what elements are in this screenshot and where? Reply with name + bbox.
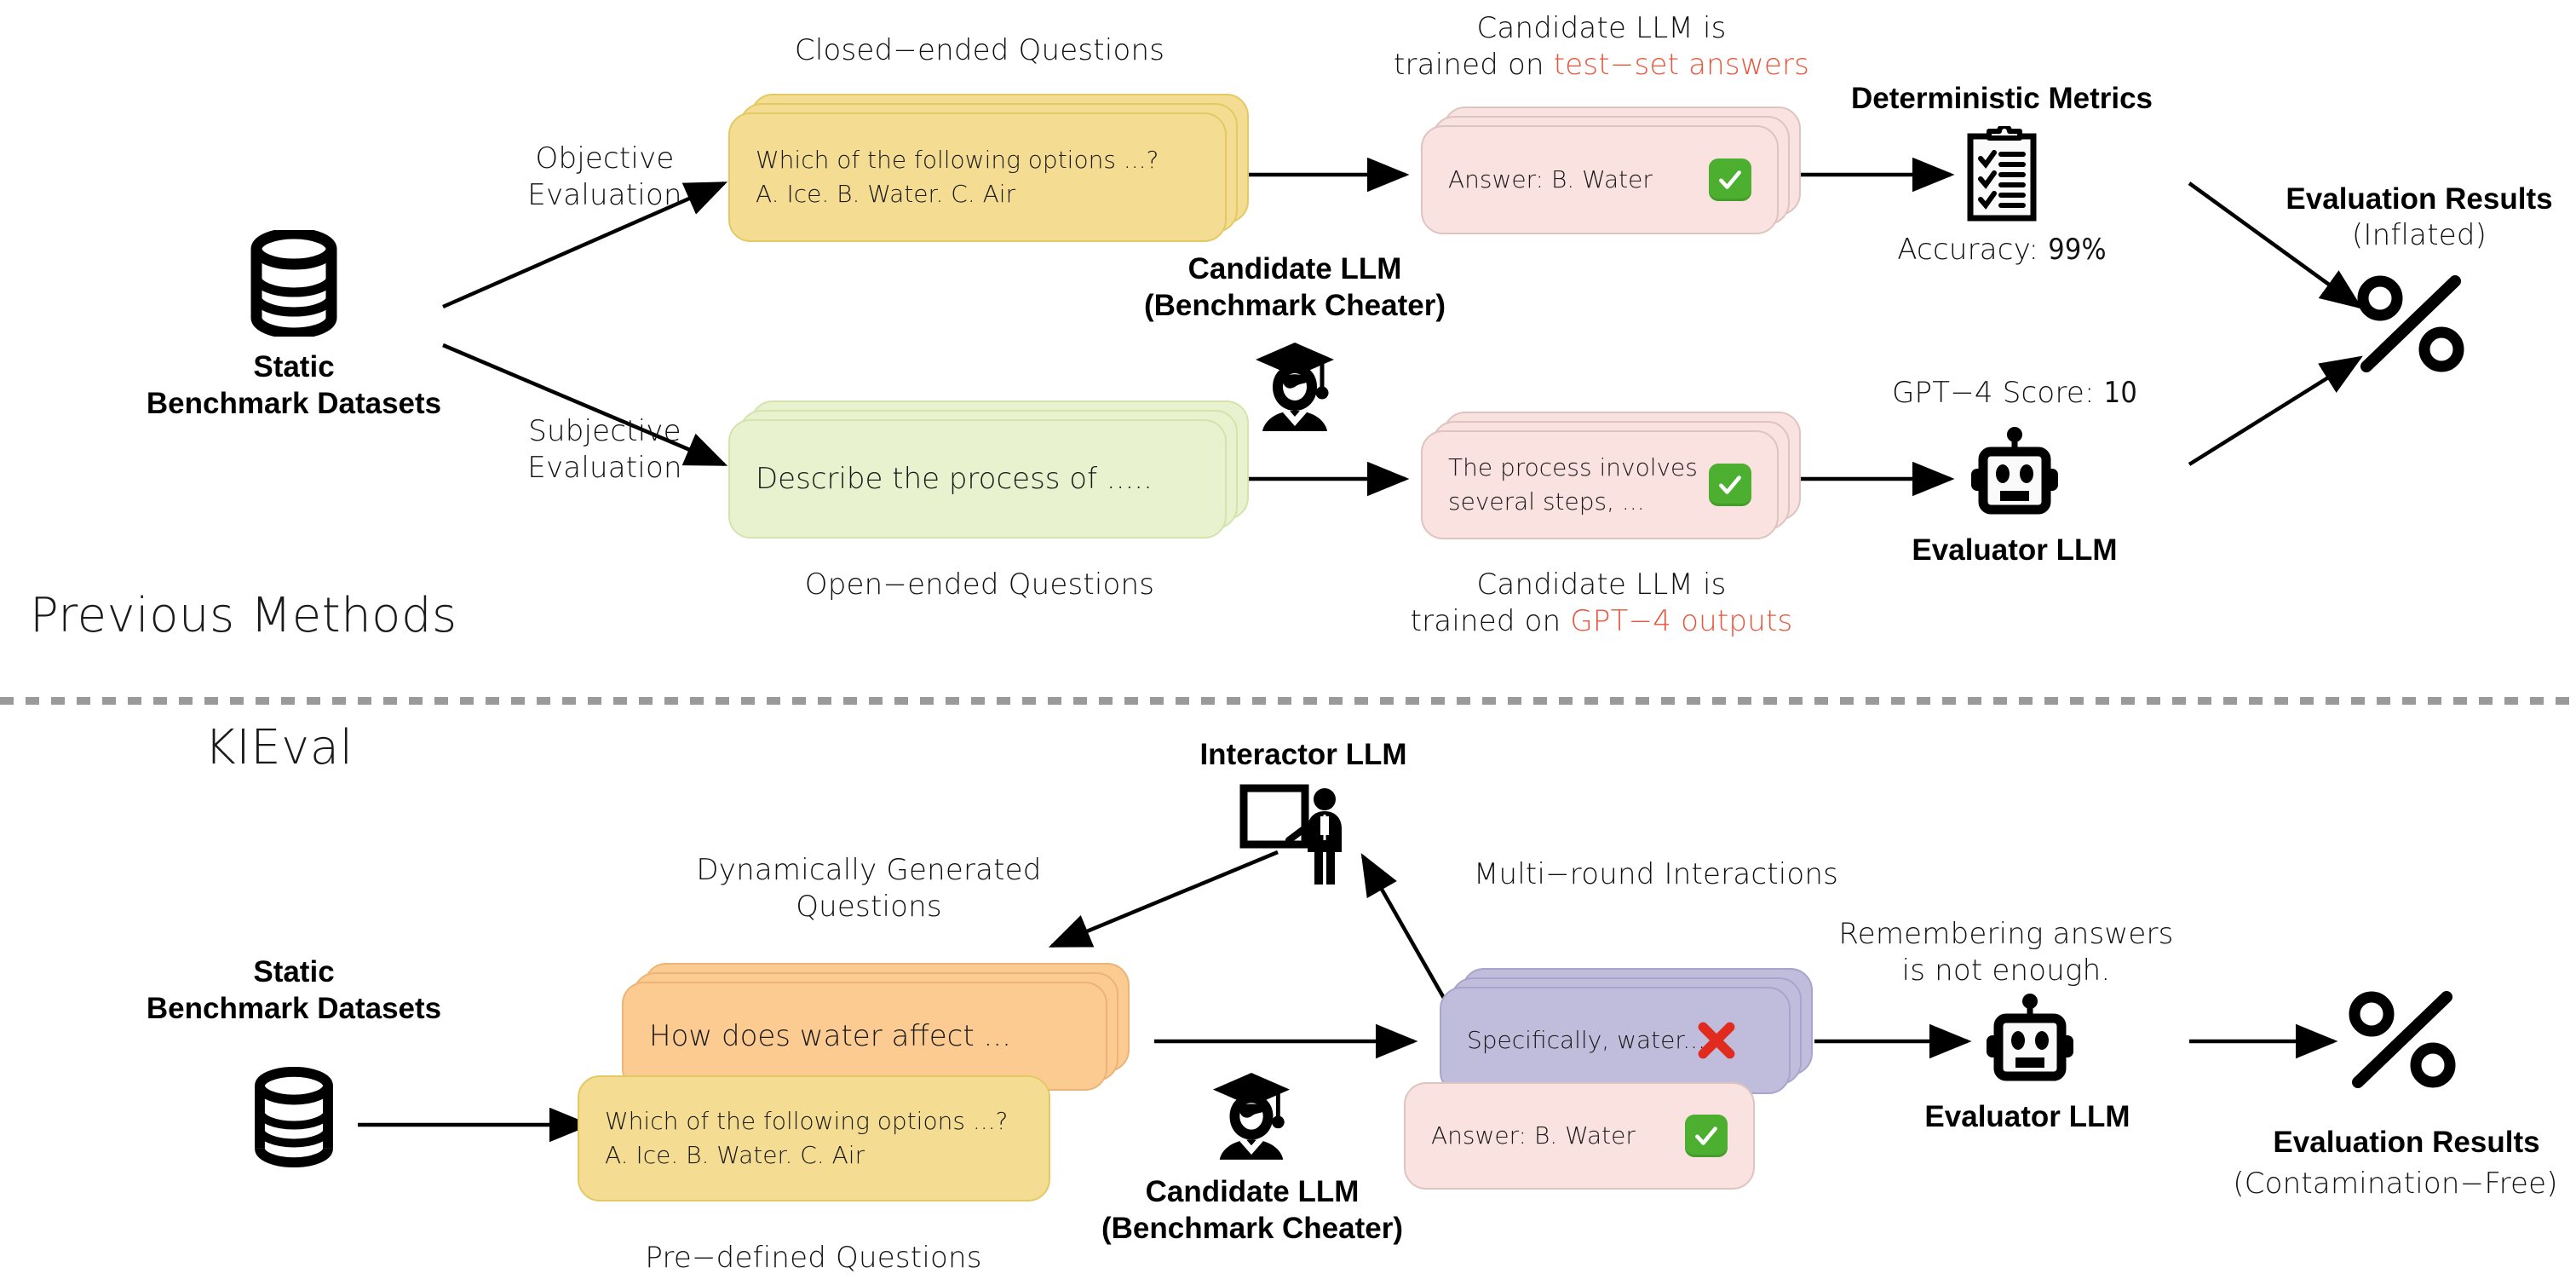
score-prefix: GPT−4 Score:: [1892, 376, 2104, 410]
remembering-answers-label: Remembering answers is not enough.: [1823, 916, 2189, 989]
percent-icon: [2351, 273, 2470, 379]
caption-line2: trained on GPT−4 outputs: [1363, 603, 1840, 640]
clipboard-checklist-icon: [1964, 124, 2040, 226]
answer-card-2[interactable]: The process involves several steps, ...: [1421, 430, 1779, 539]
database-icon: [247, 228, 341, 341]
dyn-line2: Questions: [796, 889, 942, 924]
pink-response-card-stack: Answer: B. Water: [1404, 1082, 1755, 1190]
objective-line1: Objective: [535, 141, 675, 176]
caption-line1: Candidate LLM is: [1476, 11, 1727, 45]
answer-card-1[interactable]: Answer: B. Water: [1421, 125, 1779, 234]
graduate-icon: [1252, 339, 1337, 435]
open-ended-card-stack: Describe the process of .....: [728, 400, 1249, 539]
caption-highlight: test−set answers: [1553, 47, 1810, 82]
check-badge: [1709, 158, 1751, 201]
accuracy-number: 99%: [2048, 233, 2107, 267]
trained-on-test-set-caption: Candidate LLM is trained on test−set ans…: [1363, 10, 1840, 84]
answer-card-2-line2: several steps, ...: [1448, 487, 1645, 516]
evaluation-results-label-top: Evaluation Results: [2262, 182, 2576, 218]
closed-card-line2: A. Ice. B. Water. C. Air: [756, 180, 1016, 208]
answer-card-1-text: Answer: B. Water: [1448, 165, 1653, 194]
gpt4-score: GPT−4 Score: 10: [1844, 375, 2185, 412]
closed-ended-card-stack: Which of the following options ...? A. I…: [728, 94, 1249, 242]
purple-response-card-stack: Specifically, water...: [1440, 968, 1813, 1094]
caption-highlight: GPT−4 outputs: [1570, 603, 1793, 638]
pink-card-text: Answer: B. Water: [1431, 1121, 1636, 1150]
cross-badge: [1693, 1017, 1739, 1063]
objective-evaluation-label: Objective Evaluation: [498, 141, 711, 214]
candidate-llm-label-bottom: Candidate LLM (Benchmark Cheater): [1061, 1174, 1444, 1247]
static-dataset-label-bottom: Static Benchmark Datasets: [128, 954, 460, 1027]
results-line1: Evaluation Results: [2286, 182, 2553, 216]
dyn-line1: Dynamically Generated: [696, 853, 1042, 887]
subjective-evaluation-label: Subjective Evaluation: [498, 413, 711, 487]
predefined-questions-label: Pre−defined Questions: [645, 1241, 982, 1275]
caption-line2: trained on test−set answers: [1363, 47, 1840, 84]
open-ended-questions-label: Open−ended Questions: [804, 568, 1155, 602]
dynamic-question-card[interactable]: How does water affect ...: [622, 982, 1107, 1091]
open-card-line1: Describe the process of .....: [756, 461, 1153, 496]
objective-line2: Evaluation: [527, 177, 682, 212]
closed-ended-card[interactable]: Which of the following options ...? A. I…: [728, 112, 1227, 242]
dataset-line2: Benchmark Datasets: [146, 991, 442, 1025]
dynamic-question-card-stack: How does water affect ...: [622, 963, 1130, 1091]
evaluation-results-label-bottom: Evaluation Results: [2273, 1126, 2540, 1159]
evaluation-results-sub-bottom: (Contamination−Free): [2233, 1167, 2558, 1201]
candidate-line2: (Benchmark Cheater): [1144, 288, 1446, 322]
evaluator-llm-label-bottom: Evaluator LLM: [1924, 1100, 2130, 1133]
purple-response-card[interactable]: Specifically, water...: [1440, 987, 1791, 1094]
accuracy-prefix: Accuracy:: [1897, 233, 2049, 267]
dynamically-generated-questions-label: Dynamically Generated Questions: [643, 852, 1095, 925]
deterministic-metrics-title: Deterministic Metrics: [1850, 82, 2153, 115]
score-number: 10: [2103, 376, 2137, 410]
accuracy-value: Accuracy: 99%: [1831, 232, 2172, 268]
graduate-icon: [1210, 1069, 1293, 1164]
evaluator-llm-label-top: Evaluator LLM: [1912, 533, 2118, 567]
robot-icon: [1969, 426, 2060, 524]
predefined-question-card[interactable]: Which of the following options ...? A. I…: [578, 1075, 1050, 1201]
answer-card-stack-1: Answer: B. Water: [1421, 107, 1801, 234]
caption-prefix: trained on: [1410, 603, 1571, 638]
answer-card-2-line1: The process involves: [1448, 453, 1698, 482]
check-badge: [1685, 1115, 1728, 1157]
candidate-line1: Candidate LLM: [1187, 252, 1402, 285]
caption-prefix: trained on: [1393, 47, 1554, 82]
kieval-title: KIEval: [204, 720, 354, 775]
dynamic-card-text: How does water affect ...: [649, 1018, 1011, 1053]
section-divider: [0, 697, 2576, 705]
candidate-line2: (Benchmark Cheater): [1101, 1211, 1403, 1245]
pink-response-card[interactable]: Answer: B. Water: [1404, 1082, 1755, 1190]
subjective-line1: Subjective: [528, 414, 681, 448]
dataset-line2: Benchmark Datasets: [146, 386, 442, 420]
candidate-llm-label-top: Candidate LLM (Benchmark Cheater): [1103, 251, 1486, 324]
predefined-question-card-stack: Which of the following options ...? A. I…: [578, 1075, 1050, 1201]
remember-line1: Remembering answers: [1838, 917, 2174, 951]
database-icon: [251, 1066, 336, 1172]
subjective-line2: Evaluation: [527, 450, 682, 485]
purple-card-text: Specifically, water...: [1467, 1026, 1705, 1055]
previous-methods-title: Previous Methods: [30, 588, 457, 643]
predef-card-line1: Which of the following options ...?: [605, 1107, 1009, 1136]
remember-line2: is not enough.: [1901, 953, 2111, 988]
closed-ended-questions-label: Closed−ended Questions: [794, 33, 1165, 67]
robot-icon: [1985, 993, 2075, 1091]
candidate-line1: Candidate LLM: [1145, 1175, 1360, 1208]
answer-card-stack-2: The process involves several steps, ...: [1421, 412, 1801, 539]
multi-round-interactions-label: Multi−round Interactions: [1474, 857, 1839, 891]
dataset-line1: Static: [253, 350, 335, 383]
dataset-line1: Static: [253, 955, 335, 988]
trained-on-gpt4-caption: Candidate LLM is trained on GPT−4 output…: [1363, 567, 1840, 640]
check-badge: [1709, 464, 1751, 506]
open-ended-card[interactable]: Describe the process of .....: [728, 419, 1227, 539]
percent-icon: [2343, 988, 2462, 1095]
closed-card-line1: Which of the following options ...?: [756, 146, 1159, 175]
caption-line1: Candidate LLM is: [1476, 568, 1727, 602]
presenter-icon: [1239, 784, 1350, 890]
interactor-llm-label: Interactor LLM: [1199, 738, 1407, 771]
static-dataset-label-top: Static Benchmark Datasets: [128, 349, 460, 422]
predef-card-line2: A. Ice. B. Water. C. Air: [605, 1141, 865, 1169]
evaluation-results-sub-top: (Inflated): [2351, 218, 2487, 252]
